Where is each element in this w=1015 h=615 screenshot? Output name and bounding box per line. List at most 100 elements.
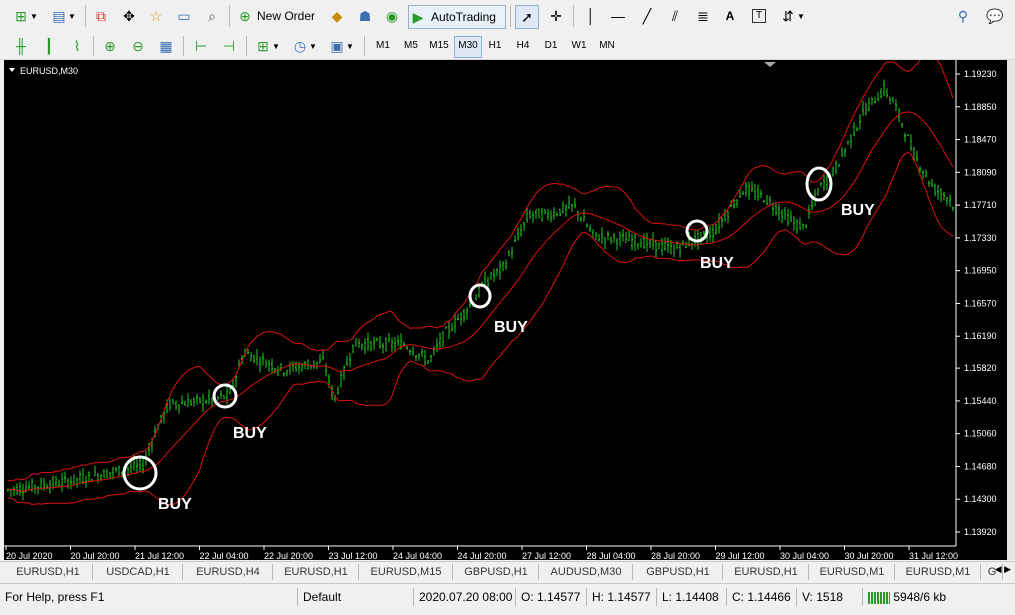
autoscroll-icon: ⊣ xyxy=(222,38,236,54)
autotrading-play-icon: ▶ xyxy=(412,9,424,25)
horizontal-line-icon: — xyxy=(611,8,625,24)
user-signals-icon: ☗ xyxy=(358,8,372,24)
tile-windows-button[interactable]: ▦ xyxy=(155,35,177,57)
price-label: 1.15820 xyxy=(964,363,997,373)
chart-tab[interactable]: EURUSD,H1 xyxy=(724,564,809,580)
templates-icon: ▣ xyxy=(330,38,344,54)
fibonacci-icon: ≣ xyxy=(697,8,709,24)
cursor-tool-button[interactable]: ➚ xyxy=(515,5,539,29)
time-label: 24 Jul 04:00 xyxy=(393,551,442,560)
clock-icon: ◷ xyxy=(293,38,307,54)
dropdown-arrow-icon: ▼ xyxy=(68,11,76,21)
time-label: 27 Jul 12:00 xyxy=(522,551,571,560)
chart-tab[interactable]: AUDUSD,M30 xyxy=(540,564,633,580)
timeframe-m15-button[interactable]: M15 xyxy=(426,36,452,56)
dropdown-arrow-icon: ▼ xyxy=(30,11,38,21)
new-chart-button[interactable]: ⊞ ▼ xyxy=(8,5,42,27)
autoscroll-button[interactable]: ⊣ xyxy=(218,35,240,57)
text-label-button[interactable]: T xyxy=(748,5,770,27)
periods-button[interactable]: ◷ ▼ xyxy=(289,35,319,57)
new-order-button[interactable]: ⊕ New Order xyxy=(236,5,322,27)
market-button[interactable]: ◉ xyxy=(381,5,403,27)
templates-button[interactable]: ▣ ▼ xyxy=(326,35,356,57)
timeframe-mn-button[interactable]: MN xyxy=(594,36,620,56)
equidistant-channel-button[interactable]: ⫽ xyxy=(664,5,686,27)
chart-window[interactable]: EURUSD,M30 1.19230 1.18850 1.18470 1.18090 1.… xyxy=(4,60,1007,560)
time-label: 31 Jul 12:00 xyxy=(909,551,958,560)
status-volume: V: 1518 xyxy=(796,588,864,606)
profiles-button[interactable]: ▤ ▼ xyxy=(46,5,80,27)
candlestick-icon: ┃ xyxy=(44,38,54,54)
price-label: 1.18850 xyxy=(964,102,997,112)
chart-shift-button[interactable]: ⊢ xyxy=(190,35,212,57)
chart-tab[interactable]: EURUSD,M1 xyxy=(810,564,895,580)
horizontal-line-button[interactable]: — xyxy=(607,5,629,27)
buy-annotation-label: BUY xyxy=(700,255,734,272)
time-label: 28 Jul 04:00 xyxy=(587,551,636,560)
dropdown-arrow-icon: ▼ xyxy=(272,41,280,51)
price-label: 1.16190 xyxy=(964,331,997,341)
fibonacci-button[interactable]: ≣ xyxy=(692,5,714,27)
search-button[interactable]: ⚲ xyxy=(952,5,974,27)
separator xyxy=(510,5,511,27)
tab-scroll-arrows[interactable]: ◀ ▶ xyxy=(995,564,1011,575)
navigator-button[interactable]: ☆ xyxy=(145,5,167,27)
chart-tab[interactable]: EURUSD,H1 xyxy=(4,564,93,580)
chart-scrollbar[interactable] xyxy=(1007,60,1015,560)
timeframe-h4-button[interactable]: H4 xyxy=(510,36,536,56)
text-tool-label: A xyxy=(725,9,735,23)
text-tool-button[interactable]: A xyxy=(719,5,741,27)
metaeditor-button[interactable]: ◆ xyxy=(326,5,348,27)
chat-bubbles-icon: 💬 xyxy=(986,8,1004,24)
chart-tab[interactable]: GBPUSD,H1 xyxy=(634,564,723,580)
timeframe-m30-button[interactable]: M30 xyxy=(454,36,482,58)
signals-button[interactable]: ☗ xyxy=(354,5,376,27)
bar-chart-button[interactable]: ╫ xyxy=(10,35,32,57)
crosshair-tool-button[interactable]: ✛ xyxy=(545,5,567,27)
market-watch-button[interactable]: ⧉ xyxy=(90,5,112,27)
timeframe-h1-button[interactable]: H1 xyxy=(482,36,508,56)
zoom-in-button[interactable]: ⊕ xyxy=(99,35,121,57)
trendline-icon: ╱ xyxy=(642,8,652,24)
price-label: 1.19230 xyxy=(964,69,997,79)
status-help: For Help, press F1 xyxy=(5,590,105,604)
chart-symbol-label: EURUSD,M30 xyxy=(20,66,78,76)
separator xyxy=(85,5,86,27)
line-chart-button[interactable]: ⌇ xyxy=(66,35,88,57)
tile-windows-icon: ▦ xyxy=(159,38,173,54)
autotrading-button[interactable]: ▶ AutoTrading xyxy=(408,5,506,29)
price-label: 1.15440 xyxy=(964,396,997,406)
price-label: 1.15060 xyxy=(964,429,997,439)
chart-tab[interactable]: GBPUSD,H1 xyxy=(454,564,539,580)
timeframe-m1-button[interactable]: M1 xyxy=(370,36,396,56)
metaeditor-icon: ◆ xyxy=(331,8,343,24)
terminal-button[interactable]: ▭ xyxy=(173,5,195,27)
separator xyxy=(93,36,94,56)
chart-tab[interactable]: EURUSD,H1 xyxy=(274,564,359,580)
chat-button[interactable]: 💬 xyxy=(982,5,1008,27)
chart-tab[interactable]: EURUSD,H4 xyxy=(184,564,273,580)
separator xyxy=(183,36,184,56)
tester-button[interactable]: ⌕ xyxy=(201,5,223,27)
status-open: O: 1.14577 xyxy=(515,588,591,606)
chart-tab[interactable]: EURUSD,M15 xyxy=(360,564,453,580)
data-window-button[interactable]: ✥ xyxy=(118,5,140,27)
timeframe-m5-button[interactable]: M5 xyxy=(398,36,424,56)
candlestick-button[interactable]: ┃ xyxy=(38,35,60,57)
price-label: 1.18470 xyxy=(964,135,997,145)
chart-tab[interactable]: EURUSD,M1 xyxy=(896,564,981,580)
trendline-button[interactable]: ╱ xyxy=(636,5,658,27)
separator xyxy=(573,5,574,27)
zoom-out-button[interactable]: ⊖ xyxy=(127,35,149,57)
timeframe-w1-button[interactable]: W1 xyxy=(566,36,592,56)
chart-tab[interactable]: USDCAD,H1 xyxy=(94,564,183,580)
timeframe-d1-button[interactable]: D1 xyxy=(538,36,564,56)
arrows-icon: ⇵ xyxy=(782,8,794,24)
indicators-button[interactable]: ⊞ ▼ xyxy=(252,35,282,57)
zoom-in-icon: ⊕ xyxy=(104,38,116,54)
vertical-line-button[interactable]: │ xyxy=(580,5,602,27)
separator xyxy=(364,36,365,56)
arrows-button[interactable]: ⇵ ▼ xyxy=(777,5,807,27)
price-chart[interactable]: EURUSD,M30 1.19230 1.18850 1.18470 1.18090 1.… xyxy=(4,60,1007,560)
time-label: 30 Jul 20:00 xyxy=(845,551,894,560)
